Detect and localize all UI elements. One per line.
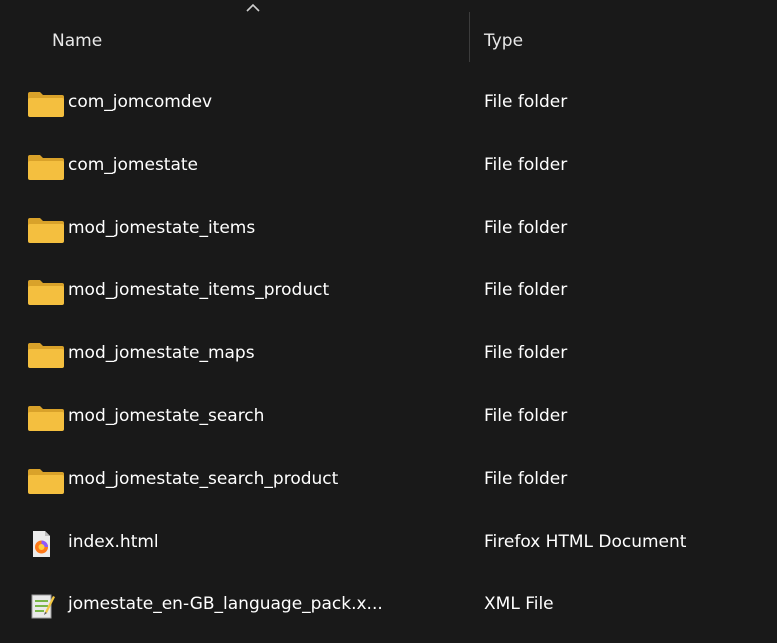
firefox-html-icon [33, 530, 50, 557]
folder-icon [28, 92, 64, 117]
file-type: File folder [484, 217, 568, 238]
file-name: mod_jomestate_items [68, 217, 256, 238]
sort-ascending-icon[interactable] [245, 2, 261, 14]
folder-icon [28, 405, 64, 431]
column-divider[interactable] [469, 12, 470, 62]
file-name: jomestate_en-GB_language_pack.x... [68, 594, 383, 615]
file-name: mod_jomestate_search [68, 405, 265, 426]
file-list: com_jomcomdev File folder com_jomestate … [0, 78, 777, 643]
column-header-bar: Name Type [0, 0, 777, 78]
file-row[interactable]: com_jomestate File folder [0, 141, 777, 204]
folder-icon [28, 217, 64, 243]
file-row[interactable]: mod_jomestate_items_product File folder [0, 266, 777, 329]
file-row[interactable]: mod_jomestate_search File folder [0, 392, 777, 455]
file-type: File folder [484, 154, 568, 175]
file-type: XML File [484, 594, 554, 615]
folder-icon [28, 343, 64, 369]
file-name: com_jomestate [68, 154, 199, 175]
file-row[interactable]: mod_jomestate_search_product File folder [0, 455, 777, 518]
file-name: index.html [68, 531, 159, 552]
file-name: com_jomcomdev [68, 92, 213, 112]
file-type: File folder [484, 92, 568, 112]
folder-icon [28, 468, 64, 494]
file-type: File folder [484, 343, 568, 364]
file-row[interactable]: com_jomcomdev File folder [0, 78, 777, 141]
file-row[interactable]: index.html Firefox HTML Document [0, 518, 777, 581]
folder-icon [28, 154, 64, 180]
file-row[interactable]: mod_jomestate_items File folder [0, 204, 777, 267]
file-type: File folder [484, 468, 568, 489]
folder-icon [28, 280, 64, 306]
file-row[interactable]: jomestate_en-GB_language_pack.x... XML F… [0, 580, 777, 643]
xml-file-icon [31, 594, 55, 619]
file-name: mod_jomestate_items_product [68, 280, 330, 301]
file-type: Firefox HTML Document [484, 531, 687, 552]
file-name: mod_jomestate_search_product [68, 468, 339, 489]
column-header-type[interactable]: Type [484, 31, 523, 51]
file-type: File folder [484, 280, 568, 301]
file-type: File folder [484, 405, 568, 426]
file-name: mod_jomestate_maps [68, 343, 255, 364]
column-header-name[interactable]: Name [52, 31, 102, 51]
file-row[interactable]: mod_jomestate_maps File folder [0, 329, 777, 392]
